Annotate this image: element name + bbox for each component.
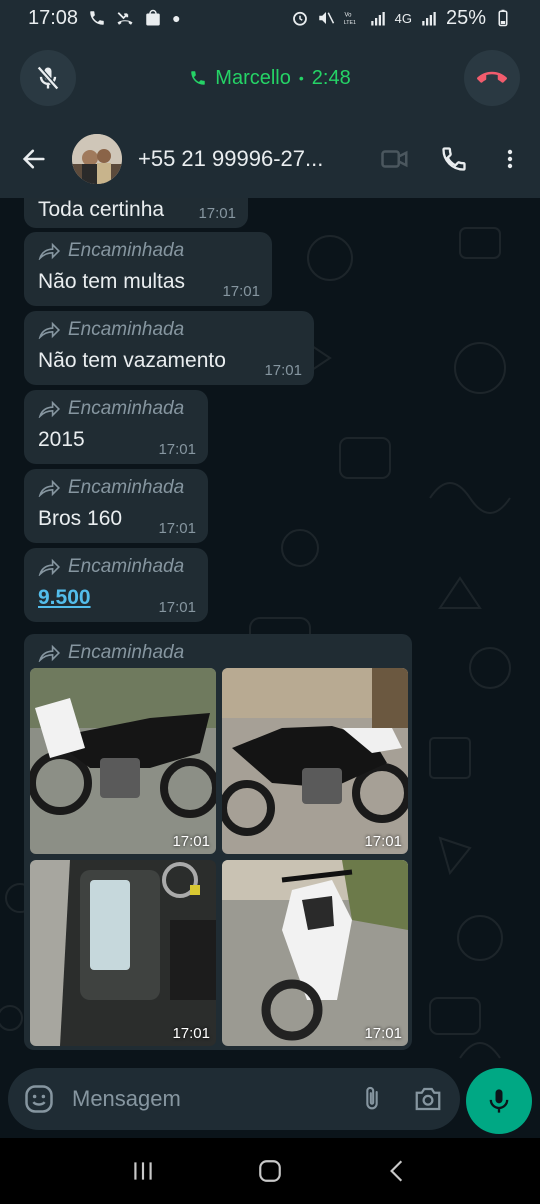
forward-icon	[38, 242, 60, 260]
home-icon[interactable]	[257, 1158, 283, 1184]
mute-status-icon	[318, 12, 334, 24]
album-photo[interactable]: 17:01	[30, 860, 216, 1046]
album-photo[interactable]: 17:01	[222, 668, 408, 854]
end-call-button[interactable]	[464, 50, 520, 106]
more-icon[interactable]	[498, 145, 522, 173]
forward-icon	[38, 400, 60, 418]
forward-icon	[38, 321, 60, 339]
message-text: Não tem vazamento	[38, 349, 226, 372]
message-bubble[interactable]: Encaminhada Bros 160 17:01	[24, 469, 208, 543]
call-duration: 2:48	[311, 66, 351, 89]
message-bubble[interactable]: Toda certinha 17:01	[24, 198, 248, 228]
forwarded-label: Encaminhada	[38, 396, 194, 422]
photo-time: 17:01	[364, 1025, 402, 1042]
photo-time: 17:01	[172, 833, 210, 850]
message-time: 17:01	[158, 520, 196, 537]
photo-time: 17:01	[364, 833, 402, 850]
contact-title[interactable]: +55 21 99996-27...	[138, 146, 344, 172]
mic-icon	[489, 1089, 509, 1113]
end-call-icon	[477, 71, 507, 83]
forwarded-label: Encaminhada	[30, 640, 406, 666]
status-bar: 17:08 ● Vo LTE1 4G 25%	[0, 0, 540, 36]
shopping-bag-icon	[146, 9, 160, 26]
forward-icon	[38, 479, 60, 497]
back-nav-icon[interactable]	[384, 1158, 410, 1184]
attach-icon[interactable]	[358, 1084, 386, 1114]
battery-icon	[498, 9, 508, 27]
svg-text:Vo: Vo	[344, 13, 352, 19]
forwarded-label: Encaminhada	[38, 317, 300, 343]
message-bubble[interactable]: Encaminhada 9.500 17:01	[24, 548, 208, 622]
message-bubble[interactable]: Encaminhada Não tem multas 17:01	[24, 232, 272, 306]
message-time: 17:01	[222, 283, 260, 300]
message-time: 17:01	[158, 441, 196, 458]
system-nav-bar	[0, 1138, 540, 1204]
forward-icon	[38, 558, 60, 576]
avatar[interactable]	[72, 134, 122, 184]
camera-icon[interactable]	[412, 1084, 444, 1114]
svg-text:LTE1: LTE1	[343, 20, 355, 26]
avatar-photo-icon	[72, 134, 122, 184]
call-contact-name: Marcello	[215, 66, 291, 89]
mute-button[interactable]	[20, 50, 76, 106]
ongoing-call-bar[interactable]: Marcello • 2:48	[0, 36, 540, 120]
forwarded-label: Encaminhada	[38, 554, 194, 580]
phone-status-icon	[90, 11, 104, 25]
forwarded-label: Encaminhada	[38, 475, 194, 501]
notification-dot: ●	[172, 10, 181, 26]
status-time: 17:08	[28, 6, 79, 29]
message-input[interactable]: Mensagem	[8, 1068, 460, 1130]
emoji-icon[interactable]	[24, 1084, 54, 1114]
forward-icon	[38, 644, 60, 662]
call-info[interactable]: Marcello • 2:48	[189, 66, 351, 90]
album-photo[interactable]: 17:01	[222, 860, 408, 1046]
network-type: 4G	[394, 10, 412, 26]
photo-album[interactable]: Encaminhada 17:01 17:01 17:01 17:01	[24, 634, 412, 1050]
battery-percent: 25%	[445, 6, 486, 29]
dashboard-photo-icon	[30, 860, 216, 1046]
message-bubble[interactable]: Encaminhada Não tem vazamento 17:01	[24, 311, 314, 385]
alarm-icon	[292, 11, 307, 26]
forwarded-label: Encaminhada	[38, 238, 258, 264]
motorcycle-photo-icon	[30, 668, 216, 854]
recents-icon[interactable]	[130, 1158, 156, 1184]
missed-call-icon	[117, 12, 133, 25]
back-icon[interactable]	[20, 145, 48, 173]
composer-bar: Mensagem	[0, 1060, 540, 1138]
call-phone-icon	[191, 71, 206, 85]
voice-record-button[interactable]	[466, 1068, 532, 1134]
video-icon[interactable]	[380, 144, 410, 174]
mute-icon	[36, 65, 60, 91]
call-separator: •	[298, 70, 304, 86]
message-bubble[interactable]: Encaminhada 2015 17:01	[24, 390, 208, 464]
message-time: 17:01	[158, 599, 196, 616]
signal-2-icon	[422, 12, 436, 26]
signal-1-icon	[370, 12, 385, 26]
chat-area[interactable]: Toda certinha 17:01 Encaminhada Não tem …	[0, 198, 540, 1060]
photo-time: 17:01	[172, 1025, 210, 1042]
message-time: 17:01	[198, 205, 236, 222]
volte-icon: VoLTE1	[343, 13, 355, 27]
motorcycle-photo-icon	[222, 668, 408, 854]
album-photo[interactable]: 17:01	[30, 668, 216, 854]
phone-icon[interactable]	[440, 145, 468, 173]
motorcycle-front-photo-icon	[222, 860, 408, 1046]
chat-header: +55 21 99996-27...	[0, 120, 540, 198]
message-time: 17:01	[264, 362, 302, 379]
input-placeholder: Mensagem	[72, 1086, 181, 1111]
